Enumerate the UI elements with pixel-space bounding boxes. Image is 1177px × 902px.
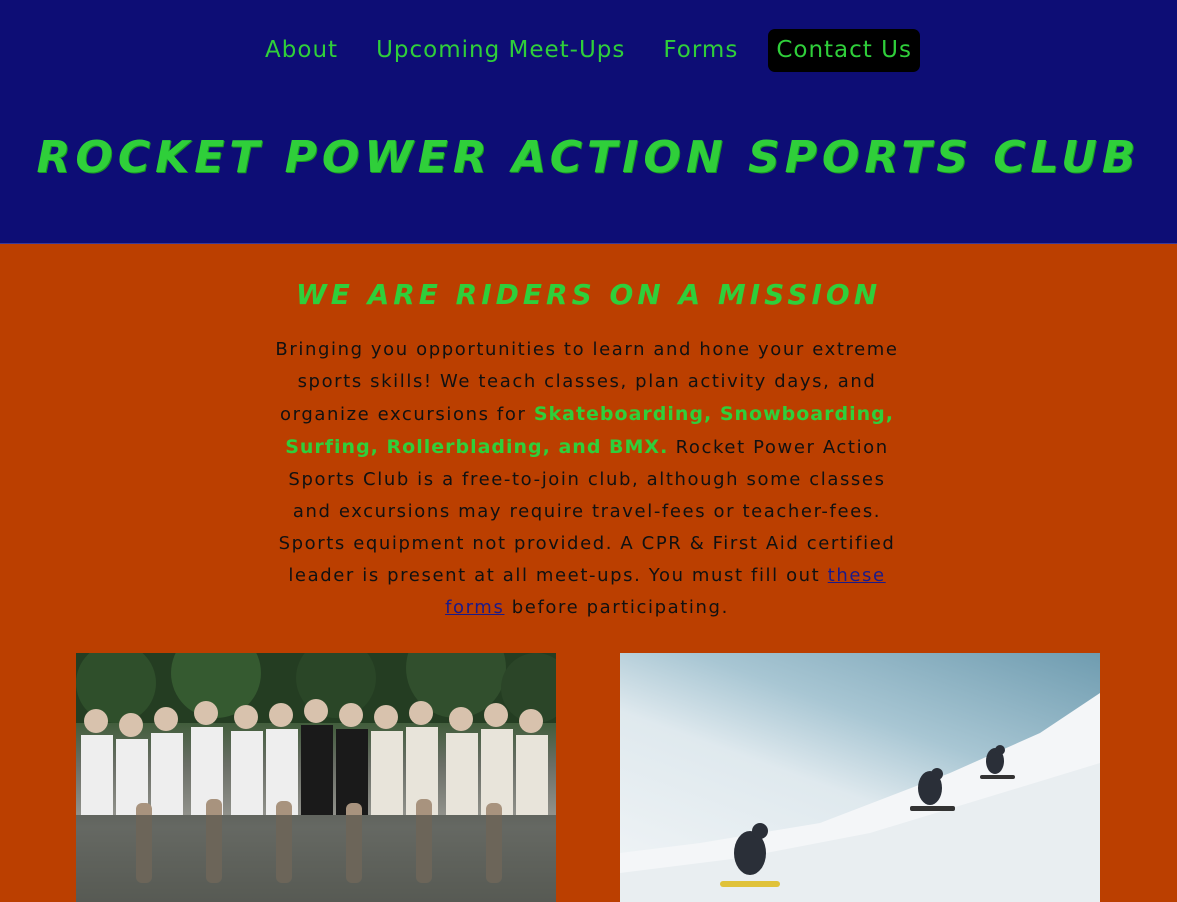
mission-paragraph: Bringing you opportunities to learn and …: [270, 334, 904, 624]
snowboarders-photo: [620, 653, 1100, 902]
nav-contact-link[interactable]: Contact Us: [768, 29, 920, 72]
nav-about-link[interactable]: About: [257, 29, 346, 72]
site-header: About Upcoming Meet-Ups Forms Contact Us…: [0, 0, 1177, 244]
mission-middle-text: Rocket Power Action Sports Club is a fre…: [278, 437, 896, 586]
site-title: Rocket Power Action Sports Club: [36, 132, 1141, 183]
mission-end-text: before participating.: [504, 597, 729, 618]
main-nav: About Upcoming Meet-Ups Forms Contact Us: [0, 29, 1177, 72]
skateboarders-group-photo: [76, 653, 556, 902]
nav-forms-link[interactable]: Forms: [655, 29, 746, 72]
skateboarders-photo-image: [76, 653, 556, 902]
snowboarders-photo-image: [620, 693, 1100, 902]
nav-meetups-link[interactable]: Upcoming Meet-Ups: [368, 29, 633, 72]
mission-heading: We are Riders on a Mission: [295, 278, 882, 311]
